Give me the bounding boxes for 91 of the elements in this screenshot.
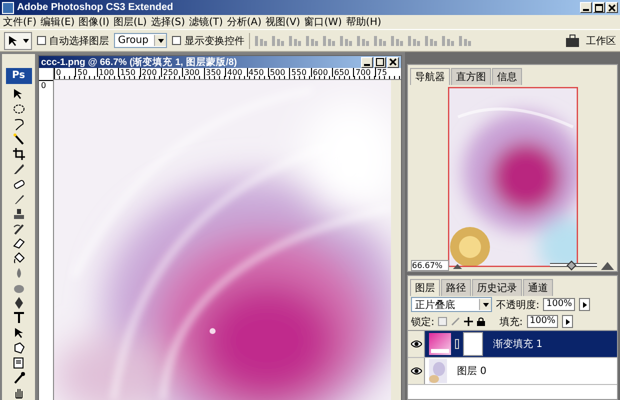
ruler-label: 0 — [39, 80, 53, 90]
menu-item[interactable]: 分析(A) — [226, 15, 262, 29]
ruler-label: 400 — [225, 68, 247, 77]
menu-item[interactable]: 文件(F) — [3, 15, 37, 29]
maximize-icon — [376, 58, 384, 66]
zoom-in-icon[interactable] — [601, 260, 614, 270]
ruler-label: 500 — [268, 68, 290, 77]
panel-tab[interactable]: 导航器 — [410, 68, 450, 85]
panel-tab[interactable]: 直方图 — [451, 68, 491, 85]
workspace-menu[interactable]: 工作区 — [586, 34, 616, 48]
panel-tab[interactable]: 历史记录 — [472, 279, 522, 296]
menu-item[interactable]: 选择(S) — [150, 15, 185, 29]
ruler-label: 550 — [289, 68, 311, 77]
play-icon — [566, 318, 570, 324]
marquee-icon[interactable] — [12, 102, 26, 116]
caret-icon — [23, 38, 29, 42]
stamp-icon[interactable] — [12, 206, 26, 221]
minimize-button[interactable] — [580, 2, 592, 13]
blend-mode-dropdown[interactable]: 正片叠底 — [411, 297, 492, 312]
fill-field[interactable]: 100% — [526, 315, 558, 328]
play-icon — [582, 302, 587, 308]
panel-tab[interactable]: 图层 — [410, 279, 440, 296]
opacity-arrow-button[interactable] — [579, 298, 590, 311]
menu-item[interactable]: 滤镜(T) — [188, 15, 223, 29]
shape-icon[interactable] — [12, 341, 26, 356]
show-transform-checkbox[interactable]: 显示变换控件 — [172, 34, 244, 48]
eye-icon[interactable] — [410, 340, 422, 348]
ruler-label: 75 — [374, 68, 396, 77]
panel-tab[interactable]: 信息 — [492, 68, 522, 85]
ruler-label: 650 — [332, 68, 354, 77]
minimize-button[interactable] — [361, 56, 373, 68]
close-icon — [608, 4, 616, 12]
fill-arrow-button[interactable] — [562, 315, 574, 328]
eraser-icon[interactable] — [12, 236, 26, 250]
eyedropper-icon[interactable] — [12, 371, 26, 386]
ruler-label: 600 — [310, 68, 332, 77]
caret-icon — [482, 302, 488, 306]
briefcase-icon[interactable] — [565, 34, 581, 48]
fill-label: 填充: — [499, 316, 523, 328]
layer-name: 图层 0 — [457, 365, 487, 378]
close-button[interactable] — [387, 56, 399, 68]
app-icon — [2, 2, 14, 14]
maximize-button[interactable] — [374, 56, 386, 68]
ruler-label: 350 — [204, 68, 226, 77]
auto-select-checkbox[interactable]: 自动选择图层 — [37, 34, 109, 48]
ruler-label: 50 — [75, 68, 97, 77]
ruler-label: 300 — [182, 68, 204, 77]
layer-row[interactable]: 渐变填充 1 — [408, 331, 617, 358]
group-dropdown[interactable]: Group — [114, 33, 168, 48]
tool-preset-picker[interactable] — [4, 32, 32, 50]
lock-label: 锁定: — [411, 316, 434, 328]
panel-tab[interactable]: 路径 — [441, 279, 471, 296]
ruler-label: 700 — [353, 68, 375, 77]
menu-item[interactable]: 窗口(W) — [304, 15, 342, 29]
move-icon[interactable] — [464, 317, 474, 326]
menu-item[interactable]: 视图(V) — [266, 15, 300, 29]
ruler-label: 150 — [118, 68, 140, 77]
paint-bucket-icon[interactable] — [12, 251, 26, 266]
close-icon — [389, 58, 397, 66]
ruler-label: 200 — [140, 68, 161, 77]
maximize-icon — [595, 4, 603, 12]
layer-row[interactable]: 图层 0 — [408, 358, 617, 385]
minimize-icon — [583, 9, 589, 11]
ruler-label: 450 — [246, 68, 268, 77]
opacity-label: 不透明度: — [496, 298, 540, 312]
zoom-out-icon[interactable] — [453, 262, 462, 268]
crop-icon[interactable] — [12, 146, 26, 161]
close-button[interactable] — [606, 2, 618, 13]
menu-item[interactable]: 图层(L) — [113, 15, 147, 29]
caret-icon — [158, 38, 164, 42]
zoom-field[interactable]: 66.67% — [411, 260, 449, 270]
notes-icon[interactable] — [12, 356, 26, 370]
menu-item[interactable]: 图像(I) — [78, 15, 110, 29]
type-icon[interactable] — [12, 311, 26, 326]
ruler-label: 0 — [54, 68, 76, 77]
minimize-icon — [364, 64, 370, 66]
layer-name: 渐变填充 1 — [493, 338, 543, 351]
document-title: ccc-1.png @ 66.7% (渐变填充 1, 图层蒙版/8) — [41, 56, 237, 68]
ruler-label: 100 — [96, 68, 118, 77]
menu-item[interactable]: 帮助(H) — [346, 15, 382, 29]
maximize-button[interactable] — [593, 2, 605, 13]
menu-item[interactable]: 编辑(E) — [40, 15, 75, 29]
eye-icon[interactable] — [410, 367, 422, 375]
panel-tab[interactable]: 通道 — [523, 279, 553, 296]
magic-wand-icon[interactable] — [12, 132, 26, 146]
lock-icon[interactable] — [477, 317, 486, 326]
opacity-field[interactable]: 100% — [543, 298, 576, 311]
app-logo: Ps — [6, 68, 32, 84]
window-title: Adobe Photoshop CS3 Extended — [17, 2, 174, 13]
ruler-label: 250 — [160, 68, 182, 77]
gradient-thumbnail — [429, 333, 451, 355]
